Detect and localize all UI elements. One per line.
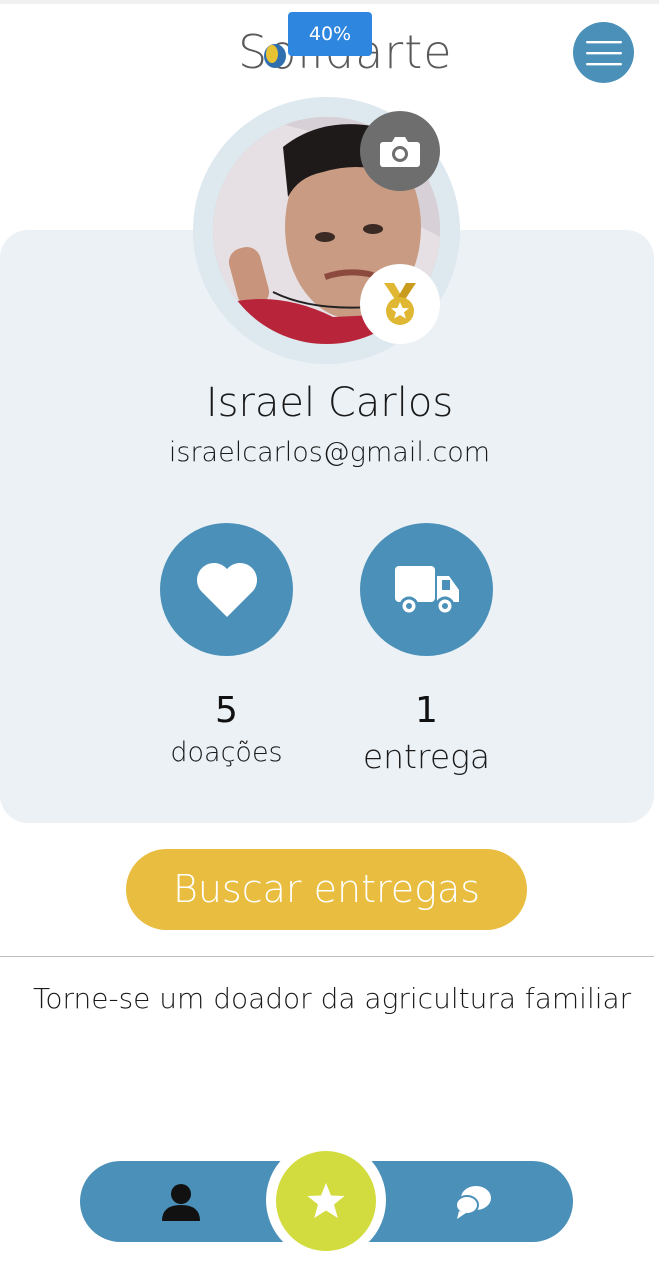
logo-leaf-icon — [264, 44, 286, 68]
divider — [0, 956, 654, 957]
medal-icon — [384, 283, 416, 325]
deliveries-label: entrega — [362, 737, 491, 776]
truck-icon — [394, 565, 459, 615]
hamburger-icon — [585, 40, 622, 65]
donations-count: 5 — [215, 690, 238, 731]
top-edge — [0, 0, 659, 4]
camera-icon — [380, 137, 420, 167]
donations-button[interactable] — [160, 523, 293, 656]
search-deliveries-button[interactable]: Buscar entregas — [126, 849, 527, 930]
nav-favorites-button[interactable] — [276, 1151, 376, 1251]
medal-badge — [360, 264, 440, 344]
progress-badge: 40% — [288, 12, 372, 56]
change-photo-button[interactable] — [360, 111, 440, 191]
user-icon[interactable] — [160, 1183, 202, 1221]
chat-icon[interactable] — [454, 1183, 492, 1221]
become-donor-link[interactable]: Torne-se um doador da agricultura famili… — [33, 982, 631, 1015]
donations-label: doações — [170, 737, 283, 768]
deliveries-button[interactable] — [360, 523, 493, 656]
menu-button[interactable] — [573, 22, 634, 83]
star-icon — [307, 1183, 345, 1218]
user-name: Israel Carlos — [205, 380, 454, 426]
heart-icon — [196, 562, 257, 617]
deliveries-count: 1 — [415, 690, 438, 731]
user-email: israelcarlos@gmail.com — [168, 437, 491, 468]
